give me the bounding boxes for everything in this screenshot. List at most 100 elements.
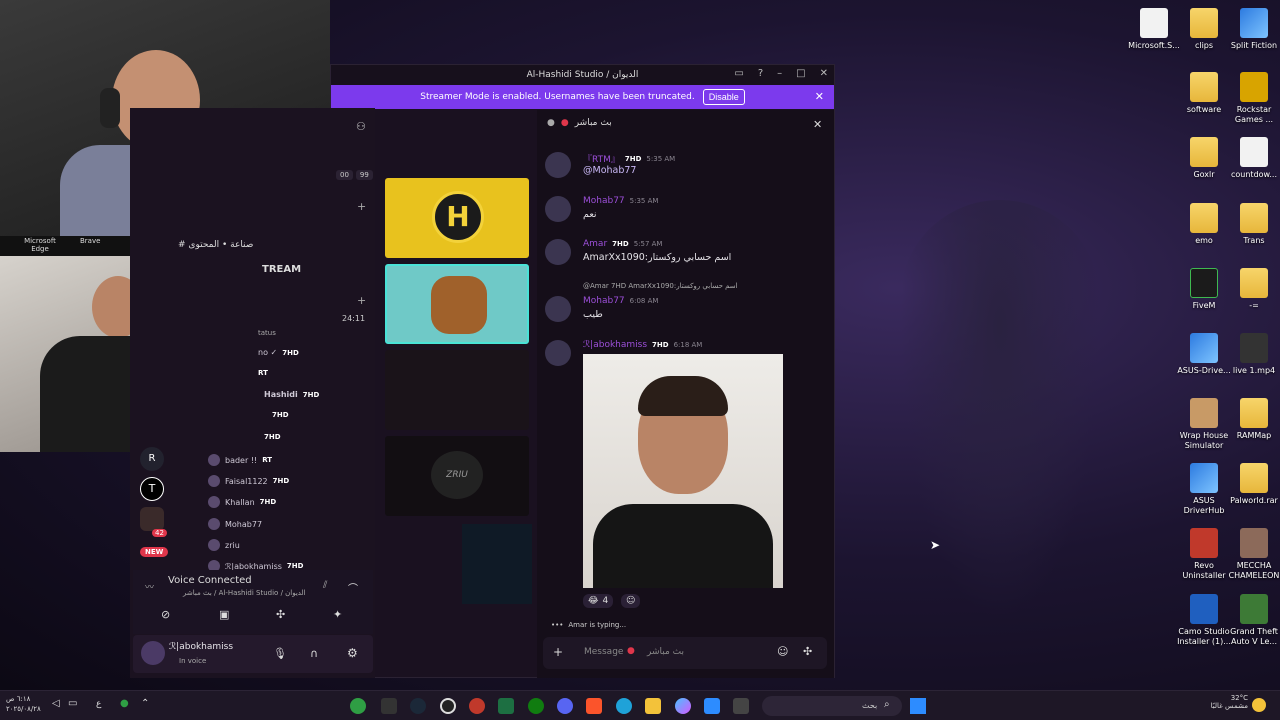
avatar[interactable] xyxy=(545,296,571,322)
brave-label[interactable]: Brave xyxy=(80,237,100,245)
minimize-icon[interactable]: – xyxy=(777,68,782,79)
server-icon-r[interactable]: R xyxy=(140,447,164,471)
attach-plus-icon[interactable]: + xyxy=(553,645,563,659)
speaker-icon[interactable]: ◁ xyxy=(52,698,60,709)
camera-off-icon[interactable]: ⊘ xyxy=(161,608,170,621)
message-author[interactable]: Mohab77 xyxy=(583,296,625,306)
stream-tile-3[interactable] xyxy=(385,350,529,430)
hash-icon: # xyxy=(178,240,186,250)
message-author[interactable]: ℛ|abokhamiss xyxy=(583,340,647,350)
message-input[interactable]: + Message ● بث مباشر ☺ ✣ xyxy=(543,637,827,669)
member-row[interactable]: Hashidi 7HD xyxy=(264,390,319,399)
clock-time: ٦:١٨ ص xyxy=(6,695,31,703)
avatar[interactable] xyxy=(545,340,571,366)
plus-icon-2[interactable]: + xyxy=(357,294,366,307)
brave-icon[interactable] xyxy=(586,698,602,714)
disable-button[interactable]: Disable xyxy=(702,89,745,105)
message-author[interactable]: Mohab77 xyxy=(583,196,625,206)
plus-icon[interactable]: + xyxy=(357,200,366,213)
desktop-icon-label: software xyxy=(1186,105,1222,114)
banner-close-icon[interactable]: ✕ xyxy=(815,90,824,103)
stream-tile-2[interactable] xyxy=(385,264,529,344)
voice-panel: 〰 Voice Connected بث مباشر / Al-Hashidi … xyxy=(133,570,373,634)
clock[interactable]: ٦:١٨ ص ٢٠٢٥/٠٨/٢٨ xyxy=(6,694,41,714)
explorer-icon[interactable] xyxy=(645,698,661,714)
desktop-icon[interactable]: Rockstar Games ... xyxy=(1223,72,1280,125)
edge-label[interactable]: Microsoft Edge xyxy=(20,237,60,253)
screen-share-icon[interactable]: ▣ xyxy=(219,608,229,621)
stream-tile-4[interactable]: ZRIU xyxy=(385,436,529,516)
member-row[interactable]: 7HD xyxy=(272,411,289,419)
soundboard-icon[interactable]: ✦ xyxy=(333,608,342,621)
stream-tile-5[interactable] xyxy=(462,524,532,604)
desktop-icon[interactable]: live 1.mp4 xyxy=(1223,333,1280,376)
edge-icon[interactable] xyxy=(616,698,632,714)
member-row[interactable]: Faisal1122 7HD xyxy=(208,475,289,487)
activities-icon[interactable]: ✣ xyxy=(276,608,285,621)
desktop-icon[interactable]: -= xyxy=(1223,268,1280,311)
headset-icon[interactable]: ∩ xyxy=(310,647,318,660)
add-friend-icon[interactable]: ⚇ xyxy=(356,120,366,133)
tray-chevron-icon[interactable]: ⌃ xyxy=(141,698,149,709)
avatar[interactable] xyxy=(141,641,165,665)
desktop-icon[interactable]: Trans xyxy=(1223,203,1280,246)
app-icon[interactable] xyxy=(469,698,485,714)
voice-status[interactable]: Voice Connected xyxy=(168,575,252,586)
member-row[interactable]: RT xyxy=(258,369,268,377)
message-author[interactable]: Amar xyxy=(583,239,607,249)
xbox-icon[interactable] xyxy=(350,698,366,714)
inbox-icon[interactable]: ▭ xyxy=(734,68,743,79)
server-rail: R T 42 NEW xyxy=(138,445,169,565)
stream-tile-1[interactable]: H xyxy=(385,178,529,258)
emoji-icon[interactable]: ☺ xyxy=(777,645,788,658)
disconnect-icon[interactable]: ⌒ xyxy=(348,580,358,595)
reply-preview[interactable]: @Amar 7HD AmarXx1090:اسم حسابي روكستار xyxy=(583,282,738,290)
copilot-icon[interactable] xyxy=(675,698,691,714)
image-attachment[interactable] xyxy=(583,354,783,588)
desktop-icon[interactable]: countdow... xyxy=(1223,137,1280,180)
desktop-icon[interactable]: RAMMap xyxy=(1223,398,1280,441)
xbox-app-icon[interactable] xyxy=(528,698,544,714)
window-icon[interactable] xyxy=(733,698,749,714)
help-icon[interactable]: ? xyxy=(758,68,763,79)
obs-icon[interactable] xyxy=(440,698,456,714)
server-icon-t[interactable]: T xyxy=(140,477,164,501)
desktop-icon[interactable]: Split Fiction xyxy=(1223,8,1280,51)
weather-widget[interactable]: 32°C مشمس غالبًا xyxy=(1196,694,1248,710)
reaction-laugh[interactable]: 😂 4 xyxy=(583,594,614,608)
avatar[interactable] xyxy=(545,239,571,265)
message-author[interactable]: 『RTM』 xyxy=(583,152,620,165)
desktop-icon[interactable]: MECCHA CHAMELEON xyxy=(1223,528,1280,581)
noise-suppression-icon[interactable]: ⫽ xyxy=(323,580,327,591)
chat-close-icon[interactable]: ✕ xyxy=(813,118,822,131)
steam-icon[interactable] xyxy=(410,698,426,714)
excel-icon[interactable] xyxy=(498,698,514,714)
server-icon-folder[interactable] xyxy=(140,507,164,531)
store-icon[interactable] xyxy=(704,698,720,714)
member-row[interactable]: 7HD xyxy=(264,433,281,441)
network-icon[interactable]: ▭ xyxy=(68,698,77,709)
member-row[interactable]: Mohab77 xyxy=(208,518,262,530)
mic-tray-icon[interactable]: ● xyxy=(120,698,129,709)
desktop-icon[interactable]: Palworld.rar xyxy=(1223,463,1280,506)
avatar[interactable] xyxy=(545,196,571,222)
apps-icon[interactable]: ✣ xyxy=(803,645,812,658)
discord-icon[interactable] xyxy=(557,698,573,714)
settings-icon[interactable]: ⚙ xyxy=(347,646,358,660)
epic-icon[interactable] xyxy=(381,698,397,714)
member-row[interactable]: bader !! RT xyxy=(208,454,272,466)
start-button[interactable] xyxy=(910,698,926,714)
message-time: 5:35 AM xyxy=(646,154,676,163)
desktop-icon[interactable]: Grand Theft Auto V Le... xyxy=(1223,594,1280,647)
member-row[interactable]: no ✓ 7HD xyxy=(258,348,299,357)
avatar[interactable] xyxy=(545,152,571,178)
member-row[interactable]: Khallan 7HD xyxy=(208,496,276,508)
language-indicator[interactable]: ع xyxy=(96,699,101,709)
add-reaction-icon[interactable]: ☺ xyxy=(621,594,641,608)
mic-icon[interactable]: 🎙 xyxy=(273,647,287,660)
maximize-icon[interactable]: □ xyxy=(796,68,805,79)
search-box[interactable]: ⌕ بحث xyxy=(762,696,902,716)
top-channel-row[interactable]: # صناعة • المحتوى xyxy=(178,240,253,250)
close-icon[interactable]: ✕ xyxy=(820,68,828,79)
member-row[interactable]: zriu xyxy=(208,539,240,551)
